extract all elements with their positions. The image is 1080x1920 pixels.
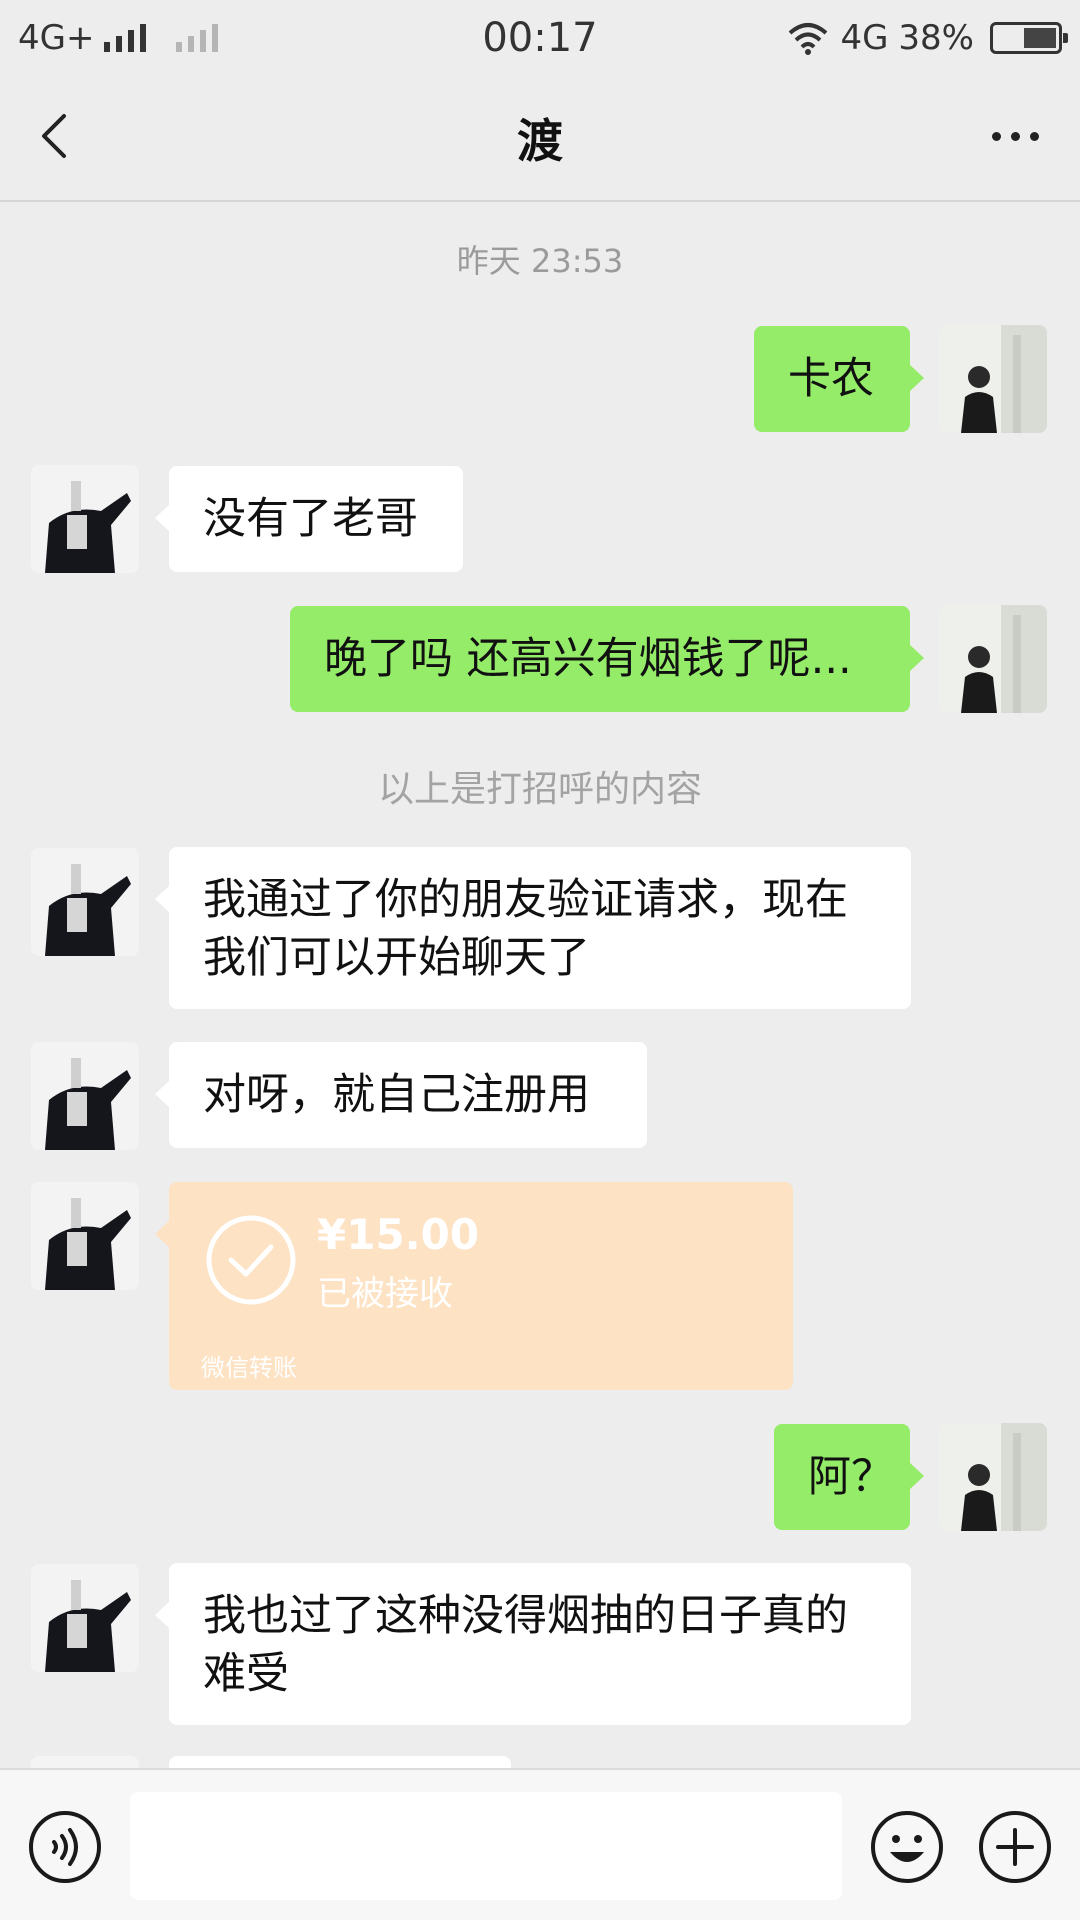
message-bubble-received[interactable]: 我通过了你的朋友验证请求，现在 我们可以开始聊天了 xyxy=(155,847,911,1009)
my-avatar[interactable] xyxy=(939,325,1047,433)
system-notice: 以上是打招呼的内容 xyxy=(377,769,702,810)
voice-button[interactable] xyxy=(28,1810,102,1884)
friend-avatar[interactable] xyxy=(31,1564,139,1672)
my-avatar[interactable] xyxy=(939,1423,1047,1531)
message-text: 卡农 xyxy=(788,354,874,404)
smiley-icon xyxy=(871,1811,943,1883)
network-type-right: 4G xyxy=(840,18,889,58)
person-photo-icon xyxy=(939,1423,1047,1531)
title-bar: 渡 xyxy=(0,76,1080,202)
message-text-line: 我也过了这种没得烟抽的日子真的 xyxy=(203,1591,848,1641)
message-text: 对呀，就自己注册用 xyxy=(203,1070,590,1120)
friend-avatar[interactable] xyxy=(31,1182,139,1290)
message-bubble-received[interactable]: 没有了老哥 xyxy=(155,466,463,572)
message-bubble-received[interactable]: 对呀，就自己注册用 xyxy=(155,1042,647,1148)
my-avatar[interactable] xyxy=(939,605,1047,713)
transfer-amount: ¥15.00 xyxy=(317,1210,480,1259)
signal-icon-secondary xyxy=(176,24,219,52)
plus-circle-icon xyxy=(979,1811,1051,1883)
person-photo-icon xyxy=(31,1182,139,1290)
more-dot xyxy=(1029,131,1039,141)
person-photo-icon xyxy=(939,605,1047,713)
person-photo-icon xyxy=(31,848,139,956)
back-button[interactable] xyxy=(28,106,88,166)
battery-percent: 38% xyxy=(898,18,974,58)
status-right: 4G 38% xyxy=(786,18,1068,58)
wifi-icon xyxy=(789,23,828,55)
person-photo-icon xyxy=(31,1564,139,1672)
person-photo-icon xyxy=(31,1042,139,1150)
transfer-card[interactable]: ¥15.00 已被接收 微信转账 xyxy=(155,1182,793,1390)
message-text-line: 我通过了你的朋友验证请求，现在 xyxy=(203,875,848,925)
more-functions-button[interactable] xyxy=(978,1810,1052,1884)
more-dot xyxy=(1010,131,1020,141)
person-photo-icon xyxy=(939,325,1047,433)
message-text-line: 难受 xyxy=(203,1649,289,1699)
status-bar: 4G+ 00:17 4G 38% xyxy=(0,0,1080,76)
battery-icon xyxy=(990,22,1068,54)
friend-avatar[interactable] xyxy=(31,465,139,573)
message-bubble-sent[interactable]: 晚了吗 还高兴有烟钱了呢... xyxy=(290,606,924,712)
input-bar xyxy=(0,1768,1080,1920)
message-text: 阿？ xyxy=(808,1452,894,1502)
network-type-label: 4G+ xyxy=(18,18,95,58)
transfer-label: 微信转账 xyxy=(201,1354,297,1382)
transfer-status: 已被接收 xyxy=(317,1274,453,1314)
chat-title: 渡 xyxy=(517,114,563,168)
message-bubble-sent[interactable]: 阿？ xyxy=(774,1424,924,1530)
more-dot xyxy=(991,131,1001,141)
signal-icon xyxy=(104,24,147,52)
message-text-line: 我们可以开始聊天了 xyxy=(203,933,590,983)
message-text: 没有了老哥 xyxy=(203,494,418,544)
person-photo-icon xyxy=(31,465,139,573)
friend-avatar[interactable] xyxy=(31,1042,139,1150)
message-input[interactable] xyxy=(130,1792,842,1900)
emoji-button[interactable] xyxy=(870,1810,944,1884)
message-bubble-sent[interactable]: 卡农 xyxy=(754,326,924,432)
message-timestamp: 昨天 23:53 xyxy=(456,242,624,280)
friend-avatar[interactable] xyxy=(31,848,139,956)
voice-icon xyxy=(29,1811,101,1883)
message-bubble-received[interactable]: 我也过了这种没得烟抽的日子真的 难受 xyxy=(155,1563,911,1725)
more-button[interactable] xyxy=(980,106,1050,166)
chevron-left-icon xyxy=(42,114,66,158)
status-left: 4G+ xyxy=(18,18,219,58)
check-circle-icon xyxy=(206,1215,296,1305)
message-text: 晚了吗 还高兴有烟钱了呢... xyxy=(324,634,852,684)
